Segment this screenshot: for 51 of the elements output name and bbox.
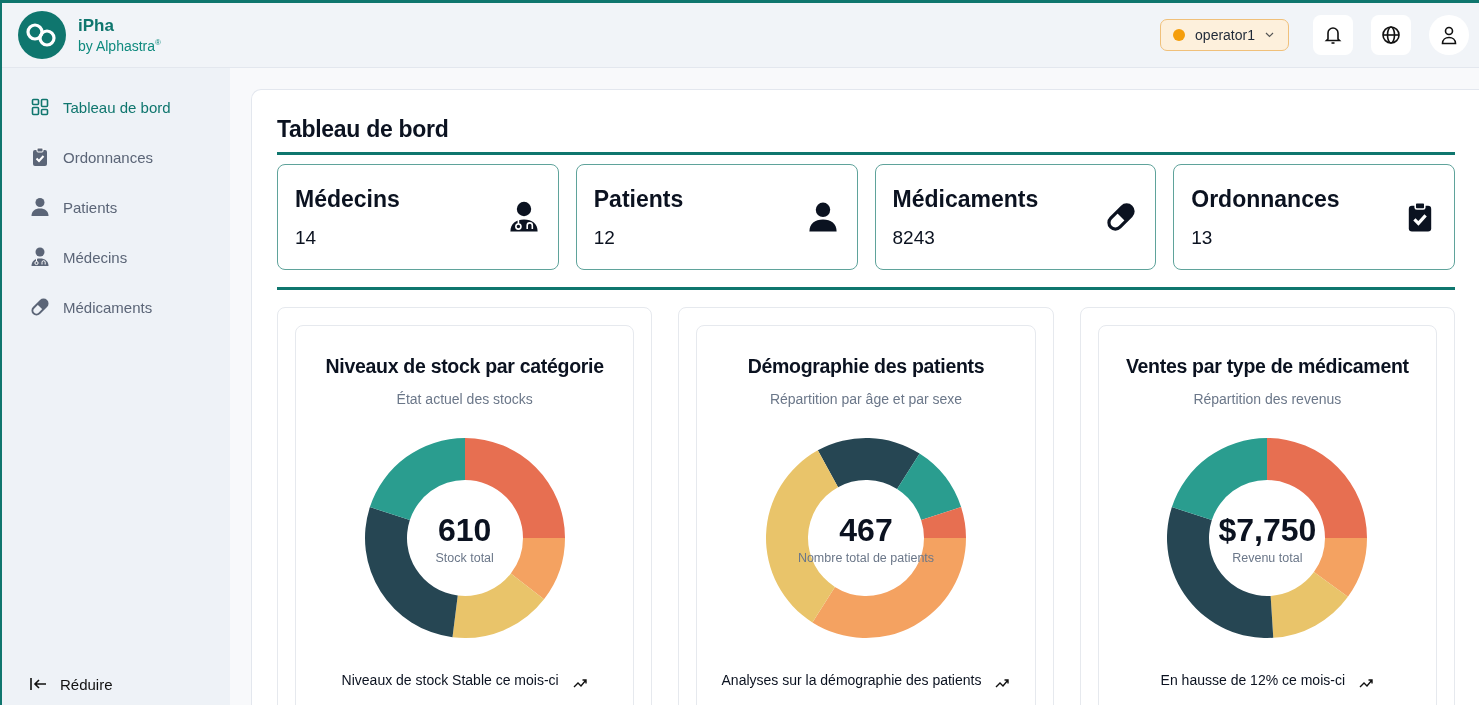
page-title: Tableau de bord [277,116,1455,155]
sidebar-item[interactable]: Patients [2,182,202,232]
chart-total-label: Revenu total [1232,550,1303,565]
trending-up-icon [572,678,588,688]
stat-label: Médecins [295,185,401,213]
stat-value: 13 [1191,226,1214,249]
stat-value: 12 [593,226,616,249]
sidebar-item[interactable]: Médicaments [2,282,202,332]
globe-icon [1381,25,1401,45]
stat-label: Patients [593,185,685,213]
chart-subtitle: État actuel des stocks [396,391,533,407]
chevron-down-icon [1265,32,1274,38]
pill-icon [30,297,50,317]
sidebar-item[interactable]: Tableau de bord [2,82,202,132]
grid-icon [30,98,50,116]
chart-total: 610 [437,511,492,549]
chart-footer: Niveaux de stock Stable ce mois-ci [341,673,559,688]
notifications-button[interactable] [1313,15,1353,55]
chart-title: Démographie des patients [747,355,985,378]
chart-footer: Analyses sur la démographie des patients [721,673,982,688]
stat-label: Médicaments [892,185,1040,213]
trending-up-icon [1359,678,1375,688]
app-byline: by Alphastra$^{®}$ [78,38,161,54]
language-button[interactable] [1371,15,1411,55]
app-name: iPha [78,16,115,36]
chart-title: Niveaux de stock par catégorie [325,355,604,378]
sidebar-item[interactable]: Ordonnances [2,132,202,182]
chart-subtitle: Répartition des revenus [1193,391,1342,407]
pill-icon [1105,201,1138,233]
collapse-left-icon [30,677,48,691]
bell-icon [1323,25,1343,45]
stat-value: 14 [295,226,318,249]
person-icon [30,197,50,217]
clipboard-check-icon [30,147,50,167]
chart-total-label: Stock total [435,550,494,565]
collapse-button[interactable]: Réduire [2,669,142,699]
chart-subtitle: Répartition par âge et par sexe [769,391,963,407]
logo-icon [18,11,66,59]
trending-up-icon [995,678,1011,688]
user-menu[interactable]: operator1 [1160,19,1289,51]
sidebar-item[interactable]: Médecins [2,232,202,282]
chart-title: Ventes par type de médicament [1125,355,1409,378]
chart-total: $7,750 [1218,511,1317,549]
profile-button[interactable] [1429,15,1469,55]
stat-value: 8243 [892,226,936,249]
doctor-icon [30,247,50,267]
status-dot [1173,29,1186,41]
chart-footer: En hausse de 12% ce mois-ci [1160,673,1346,688]
stat-label: Ordonnances [1191,185,1341,213]
user-icon [1439,25,1459,45]
chart-total: 467 [839,511,893,549]
